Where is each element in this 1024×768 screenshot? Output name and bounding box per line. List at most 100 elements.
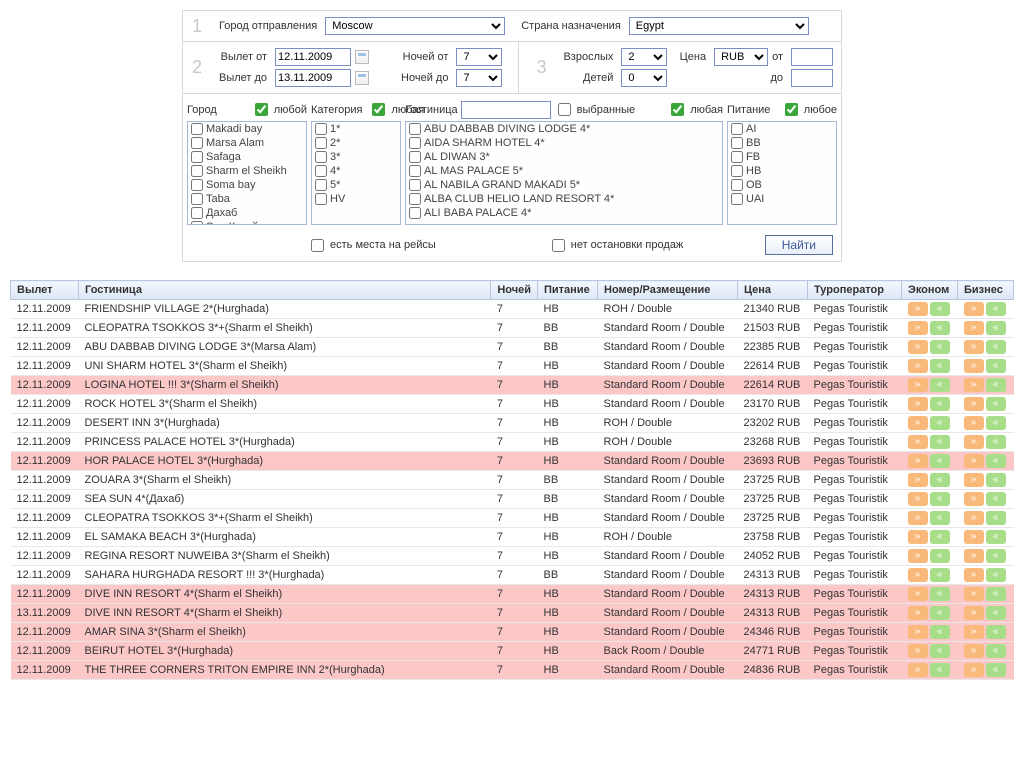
table-row[interactable]: 12.11.2009SAHARA HURGHADA RESORT !!! 3*(… <box>11 566 1014 585</box>
flight-forward-button[interactable]: » <box>908 473 928 487</box>
col-meal[interactable]: Питание <box>538 281 598 300</box>
destination-country-select[interactable]: Egypt <box>629 17 809 35</box>
table-row[interactable]: 12.11.2009ZOUARA 3*(Sharm el Sheikh)7BBS… <box>11 471 1014 490</box>
list-item-checkbox[interactable] <box>315 137 327 149</box>
flight-forward-button[interactable]: » <box>964 397 984 411</box>
flight-forward-button[interactable]: » <box>908 625 928 639</box>
nights-from-select[interactable]: 7 <box>456 48 502 66</box>
flight-forward-button[interactable]: » <box>964 473 984 487</box>
list-item-checkbox[interactable] <box>409 165 421 177</box>
flight-forward-button[interactable]: » <box>964 378 984 392</box>
find-button[interactable]: Найти <box>765 235 833 255</box>
flight-back-button[interactable]: « <box>986 530 1006 544</box>
list-item-checkbox[interactable] <box>409 193 421 205</box>
flight-forward-button[interactable]: » <box>908 359 928 373</box>
flight-back-button[interactable]: « <box>986 587 1006 601</box>
filter-category-list[interactable]: 1*2*3*4*5*HV <box>311 121 401 225</box>
flight-back-button[interactable]: « <box>930 302 950 316</box>
list-item-checkbox[interactable] <box>409 179 421 191</box>
flight-forward-button[interactable]: » <box>964 321 984 335</box>
flight-back-button[interactable]: « <box>930 473 950 487</box>
list-item[interactable]: AIDA SHARM HOTEL 4* <box>406 136 722 150</box>
flight-back-button[interactable]: « <box>930 625 950 639</box>
list-item[interactable]: Makadi bay <box>188 122 306 136</box>
flight-forward-button[interactable]: » <box>964 435 984 449</box>
flight-back-button[interactable]: « <box>930 397 950 411</box>
flight-back-button[interactable]: « <box>986 454 1006 468</box>
table-row[interactable]: 12.11.2009CLEOPATRA TSOKKOS 3*+(Sharm el… <box>11 319 1014 338</box>
filter-hotel-selected-checkbox[interactable] <box>558 103 571 116</box>
flight-forward-button[interactable]: » <box>908 321 928 335</box>
list-item-checkbox[interactable] <box>315 151 327 163</box>
dep-from-input[interactable] <box>275 48 351 66</box>
col-room[interactable]: Номер/Размещение <box>598 281 738 300</box>
flight-forward-button[interactable]: » <box>964 416 984 430</box>
flight-back-button[interactable]: « <box>986 549 1006 563</box>
table-row[interactable]: 12.11.2009THE THREE CORNERS TRITON EMPIR… <box>11 661 1014 680</box>
list-item[interactable]: Эль Кусейр <box>188 220 306 225</box>
flight-forward-button[interactable]: » <box>908 549 928 563</box>
list-item-checkbox[interactable] <box>731 165 743 177</box>
table-row[interactable]: 12.11.2009DIVE INN RESORT 4*(Sharm el Sh… <box>11 585 1014 604</box>
table-row[interactable]: 12.11.2009PRINCESS PALACE HOTEL 3*(Hurgh… <box>11 433 1014 452</box>
list-item-checkbox[interactable] <box>191 179 203 191</box>
list-item[interactable]: 5* <box>312 178 400 192</box>
flight-back-button[interactable]: « <box>986 397 1006 411</box>
table-row[interactable]: 12.11.2009ABU DABBAB DIVING LODGE 3*(Mar… <box>11 338 1014 357</box>
list-item-checkbox[interactable] <box>409 207 421 219</box>
flight-back-button[interactable]: « <box>930 454 950 468</box>
calendar-icon[interactable] <box>355 50 369 64</box>
flight-forward-button[interactable]: » <box>964 359 984 373</box>
flight-forward-button[interactable]: » <box>964 549 984 563</box>
list-item[interactable]: OB <box>728 178 836 192</box>
list-item[interactable]: HV <box>312 192 400 206</box>
flight-back-button[interactable]: « <box>930 606 950 620</box>
table-row[interactable]: 12.11.2009UNI SHARM HOTEL 3*(Sharm el Sh… <box>11 357 1014 376</box>
col-nights[interactable]: Ночей <box>491 281 538 300</box>
no-sales-stop-checkbox[interactable] <box>552 239 565 252</box>
flight-back-button[interactable]: « <box>986 663 1006 677</box>
filter-city-any-checkbox[interactable] <box>255 103 268 116</box>
price-from-input[interactable] <box>791 48 833 66</box>
list-item[interactable]: 2* <box>312 136 400 150</box>
flight-back-button[interactable]: « <box>930 492 950 506</box>
flight-forward-button[interactable]: » <box>964 606 984 620</box>
filter-hotel-list[interactable]: ABU DABBAB DIVING LODGE 4*AIDA SHARM HOT… <box>405 121 723 225</box>
flight-forward-button[interactable]: » <box>964 644 984 658</box>
filter-category-any-checkbox[interactable] <box>372 103 385 116</box>
nights-to-select[interactable]: 7 <box>456 69 502 87</box>
flight-forward-button[interactable]: » <box>908 435 928 449</box>
flight-forward-button[interactable]: » <box>908 397 928 411</box>
table-row[interactable]: 12.11.2009FRIENDSHIP VILLAGE 2*(Hurghada… <box>11 300 1014 319</box>
flight-back-button[interactable]: « <box>986 511 1006 525</box>
list-item-checkbox[interactable] <box>731 151 743 163</box>
filter-hotel-input[interactable] <box>461 101 551 119</box>
list-item-checkbox[interactable] <box>731 137 743 149</box>
col-econom[interactable]: Эконом <box>902 281 958 300</box>
flight-back-button[interactable]: « <box>986 625 1006 639</box>
flight-back-button[interactable]: « <box>930 663 950 677</box>
price-to-input[interactable] <box>791 69 833 87</box>
table-row[interactable]: 12.11.2009DESERT INN 3*(Hurghada)7HBROH … <box>11 414 1014 433</box>
filter-hotel-any-checkbox[interactable] <box>671 103 684 116</box>
flight-forward-button[interactable]: » <box>964 302 984 316</box>
list-item-checkbox[interactable] <box>315 123 327 135</box>
flight-forward-button[interactable]: » <box>908 378 928 392</box>
flight-back-button[interactable]: « <box>930 435 950 449</box>
flight-back-button[interactable]: « <box>930 340 950 354</box>
table-row[interactable]: 12.11.2009HOR PALACE HOTEL 3*(Hurghada)7… <box>11 452 1014 471</box>
table-row[interactable]: 12.11.2009SEA SUN 4*(Дахаб)7BBStandard R… <box>11 490 1014 509</box>
list-item[interactable]: Safaga <box>188 150 306 164</box>
flight-back-button[interactable]: « <box>930 530 950 544</box>
flight-forward-button[interactable]: » <box>964 454 984 468</box>
list-item[interactable]: Дахаб <box>188 206 306 220</box>
flight-back-button[interactable]: « <box>930 378 950 392</box>
list-item[interactable]: AI <box>728 122 836 136</box>
list-item-checkbox[interactable] <box>315 165 327 177</box>
children-select[interactable]: 0 <box>621 69 667 87</box>
flight-forward-button[interactable]: » <box>964 492 984 506</box>
flight-forward-button[interactable]: » <box>908 511 928 525</box>
seats-available-checkbox[interactable] <box>311 239 324 252</box>
list-item[interactable]: AL DIWAN 3* <box>406 150 722 164</box>
list-item-checkbox[interactable] <box>731 193 743 205</box>
